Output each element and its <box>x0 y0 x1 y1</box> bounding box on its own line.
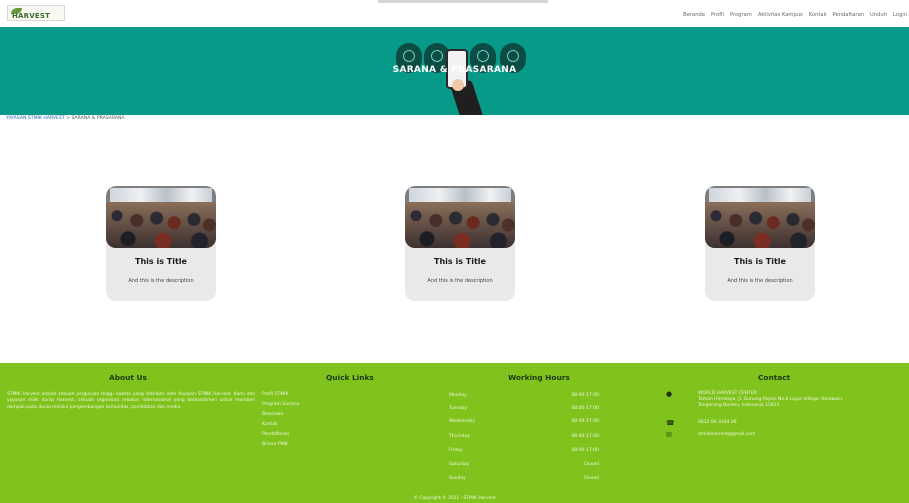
hours-day: Wednesday <box>449 419 476 424</box>
about-heading: About Us <box>109 373 147 382</box>
facility-card[interactable]: This is Title And this is the descriptio… <box>405 186 515 301</box>
nav-item-program[interactable]: Program <box>730 12 752 18</box>
top-divider <box>378 0 548 3</box>
card-title: This is Title <box>734 257 786 266</box>
card-description: And this is the description <box>727 278 793 284</box>
hours-day: Thursday <box>449 434 470 439</box>
nav-item-pendaftaran[interactable]: Pendaftaran <box>833 12 864 18</box>
nav-item-kontak[interactable]: Kontak <box>809 12 827 18</box>
nav-item-profil[interactable]: Profil <box>711 12 724 18</box>
quick-link-pendaftaran[interactable]: Pendaftaran <box>262 432 300 442</box>
map-marker-icon: ● <box>666 390 673 398</box>
hours-time: 08:00-17:00 <box>571 448 599 453</box>
email-address[interactable]: stmikharvest@gmail.com <box>698 432 755 438</box>
nav-item-unduh[interactable]: Unduh <box>870 12 887 18</box>
hours-time: 08:00-17:00 <box>571 406 599 411</box>
top-navbar: HARVEST Beranda Profil Program Aktivitas… <box>0 0 909 27</box>
card-photo <box>106 186 216 248</box>
site-logo[interactable]: HARVEST <box>7 5 65 21</box>
footer: About Us STMIK Harvest adalah sebuah per… <box>0 363 909 503</box>
card-title: This is Title <box>135 257 187 266</box>
main-nav: Beranda Profil Program Aktivitas Kampus … <box>683 12 907 18</box>
quick-links-list: Profil STMIK Program Sarjana Beasiswa Ko… <box>262 392 300 452</box>
contact-heading: Contact <box>758 373 791 382</box>
quick-links-heading: Quick Links <box>326 373 374 382</box>
nav-item-beranda[interactable]: Beranda <box>683 12 705 18</box>
breadcrumb-home-link[interactable]: YAYASAN STMIK HARVEST <box>6 116 65 121</box>
hours-time: Closed <box>583 476 599 481</box>
logo-text: HARVEST <box>12 12 51 20</box>
hours-day: Tuesday <box>449 406 468 411</box>
card-title: This is Title <box>434 257 486 266</box>
hours-day: Monday <box>449 393 467 398</box>
about-text: STMIK Harvest adalah sebuah perguruan ti… <box>7 392 255 410</box>
phone-icon: ☎ <box>666 419 675 427</box>
hours-day: Sunday <box>449 476 466 481</box>
breadcrumb-current: SARANA & PRASARANA <box>71 116 125 121</box>
hours-day: Saturday <box>449 462 470 467</box>
working-hours-heading: Working Hours <box>508 373 570 382</box>
thumb-illustration <box>452 79 464 91</box>
quick-link-beasiswa[interactable]: Beasiswa <box>262 412 300 422</box>
quick-link-brosur-pmb[interactable]: Brosur PMB <box>262 442 300 452</box>
hours-time: Closed <box>583 462 599 467</box>
nav-item-login[interactable]: Login <box>893 12 907 18</box>
facility-card[interactable]: This is Title And this is the descriptio… <box>106 186 216 301</box>
breadcrumb: YAYASAN STMIK HARVEST > SARANA & PRASARA… <box>6 116 125 121</box>
page-title: SARANA & PRASARANA <box>392 65 517 75</box>
facility-card[interactable]: This is Title And this is the descriptio… <box>705 186 815 301</box>
address-line-3: Tangerang Banten, Indonesia 15811 <box>698 403 780 408</box>
hours-time: 08:00-17:00 <box>571 434 599 439</box>
card-photo <box>405 186 515 248</box>
quick-link-program-sarjana[interactable]: Program Sarjana <box>262 402 300 412</box>
copyright: © Copyright © 2021 - STMIK Harvest <box>413 496 496 501</box>
quick-link-kontak[interactable]: Kontak <box>262 422 300 432</box>
quick-link-profil-stmik[interactable]: Profil STMIK <box>262 392 300 402</box>
card-photo <box>705 186 815 248</box>
card-description: And this is the description <box>128 278 194 284</box>
page: HARVEST Beranda Profil Program Aktivitas… <box>0 0 909 503</box>
nav-item-aktivitas-kampus[interactable]: Aktivitas Kampus <box>758 12 803 18</box>
phone-number[interactable]: 0812 96 3344 06 <box>698 420 737 426</box>
envelope-icon: ✉ <box>666 431 672 439</box>
hours-day: Friday <box>449 448 463 453</box>
hours-time: 08:00-17:00 <box>571 419 599 424</box>
card-description: And this is the description <box>427 278 493 284</box>
hero-banner: SARANA & PRASARANA <box>0 27 909 115</box>
hours-time: 08:00-17:00 <box>571 393 599 398</box>
